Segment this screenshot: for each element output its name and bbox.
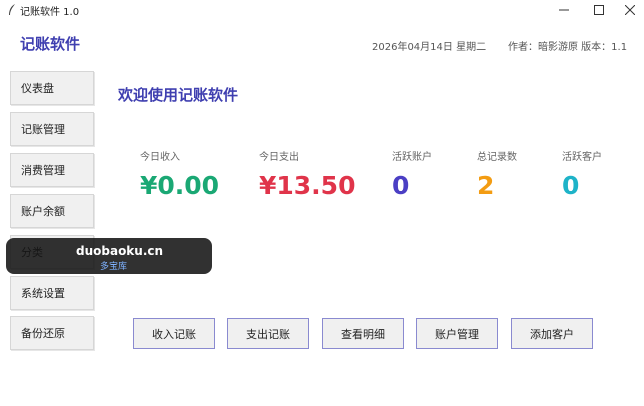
stat-value: ¥0.00 xyxy=(140,171,220,200)
expense-entry-button[interactable]: 支出记账 xyxy=(227,318,309,349)
add-customer-button[interactable]: 添加客户 xyxy=(511,318,593,349)
window-title: 记账软件 1.0 xyxy=(20,7,80,18)
account-management-button[interactable]: 账户管理 xyxy=(416,318,498,349)
stat-today-expense: 今日支出 ¥13.50 xyxy=(259,148,355,200)
feather-icon xyxy=(9,4,15,15)
window-titlebar: 记账软件 1.0 xyxy=(0,0,644,20)
stat-value: 0 xyxy=(392,171,410,200)
stat-label: 今日支出 xyxy=(259,152,299,163)
income-entry-button[interactable]: 收入记账 xyxy=(133,318,215,349)
stat-active-customers: 活跃客户 0 xyxy=(562,148,602,200)
stat-label: 活跃客户 xyxy=(562,152,602,163)
stat-value: 2 xyxy=(477,171,495,200)
sidebar-item-consumption[interactable]: 消费管理 xyxy=(10,153,94,187)
maximize-button[interactable] xyxy=(583,0,615,20)
sidebar-item-dashboard[interactable]: 仪表盘 xyxy=(10,71,94,105)
stat-value: 0 xyxy=(562,171,580,200)
close-button[interactable] xyxy=(614,0,644,20)
app-title: 记账软件 xyxy=(20,35,81,53)
view-details-button[interactable]: 查看明细 xyxy=(322,318,404,349)
watermark-subtext: 多宝库 xyxy=(100,262,128,272)
watermark-text: duobaoku.cn xyxy=(76,244,164,258)
close-icon xyxy=(625,5,635,15)
welcome-heading: 欢迎使用记账软件 xyxy=(118,86,239,104)
author-version: 作者：暗影游原 版本：1.1 xyxy=(508,42,628,53)
sidebar-item-settings[interactable]: 系统设置 xyxy=(10,276,94,310)
stat-active-accounts: 活跃账户 0 xyxy=(392,148,432,200)
stat-value: ¥13.50 xyxy=(259,171,356,200)
watermark-overlay: duobaoku.cn 多宝库 xyxy=(6,238,212,274)
stat-today-income: 今日收入 ¥0.00 xyxy=(140,148,219,200)
stat-total-records: 总记录数 2 xyxy=(477,148,517,200)
current-date: 2026年04月14日 星期二 xyxy=(372,42,487,53)
maximize-icon xyxy=(594,5,604,15)
stat-label: 活跃账户 xyxy=(392,152,432,163)
sidebar-item-backup[interactable]: 备份还原 xyxy=(10,316,94,350)
stat-label: 今日收入 xyxy=(140,152,180,163)
sidebar-item-bookkeeping[interactable]: 记账管理 xyxy=(10,112,94,146)
stat-label: 总记录数 xyxy=(477,152,517,163)
minimize-icon xyxy=(559,9,569,11)
sidebar-item-account-balance[interactable]: 账户余额 xyxy=(10,194,94,228)
minimize-button[interactable] xyxy=(548,0,580,20)
